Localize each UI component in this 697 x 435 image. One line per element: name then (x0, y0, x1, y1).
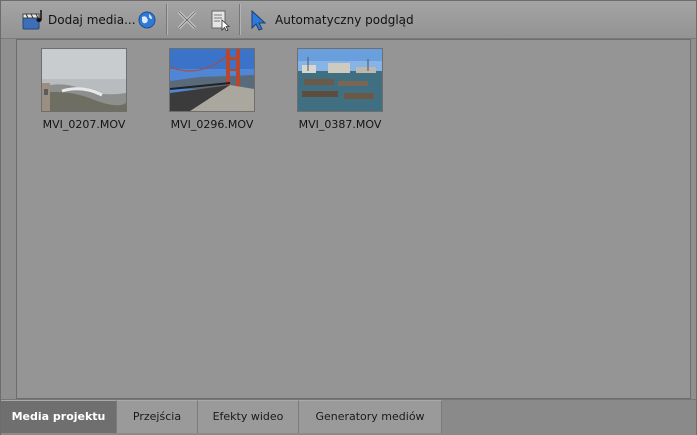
auto-preview-button[interactable]: Automatyczny podgląd (248, 6, 414, 33)
tab-media-projektu[interactable]: Media projektu (1, 400, 117, 433)
video-thumbnail (297, 48, 383, 112)
online-media-button[interactable] (137, 6, 157, 33)
media-filename: MVI_0387.MOV (298, 118, 382, 131)
video-thumbnail (41, 48, 127, 112)
media-filename: MVI_0296.MOV (170, 118, 254, 131)
tab-bar: Media projektu Przejścia Efekty wideo Ge… (1, 399, 696, 435)
add-media-label: Dodaj media... (48, 12, 136, 27)
toolbar: Dodaj media... Automatyczny podgląd (1, 1, 696, 39)
add-media-icon (21, 8, 45, 32)
video-thumbnail (169, 48, 255, 112)
tab-generatory-mediow[interactable]: Generatory mediów (299, 400, 442, 433)
media-item[interactable]: MVI_0207.MOV (29, 48, 139, 131)
add-media-button[interactable]: Dodaj media... (21, 6, 136, 33)
tab-efekty-wideo[interactable]: Efekty wideo (198, 400, 299, 433)
media-item[interactable]: MVI_0387.MOV (285, 48, 395, 131)
media-window: Dodaj media... Automatyczny podgląd MVI_… (0, 0, 697, 435)
properties-icon (209, 9, 231, 32)
media-filename: MVI_0207.MOV (42, 118, 126, 131)
media-item[interactable]: MVI_0296.MOV (157, 48, 267, 131)
globe-icon (137, 10, 157, 30)
toolbar-separator (239, 4, 241, 35)
properties-button[interactable] (209, 6, 231, 33)
delete-button[interactable] (176, 6, 198, 33)
project-media-panel[interactable]: MVI_0207.MOV MVI_0296.MOV MVI_0387.MOV (16, 39, 691, 399)
auto-preview-label: Automatyczny podgląd (275, 12, 414, 27)
delete-x-icon (176, 9, 198, 31)
tab-przejscia[interactable]: Przejścia (117, 400, 198, 433)
auto-preview-cursor-icon (248, 8, 270, 32)
toolbar-separator (166, 4, 168, 35)
